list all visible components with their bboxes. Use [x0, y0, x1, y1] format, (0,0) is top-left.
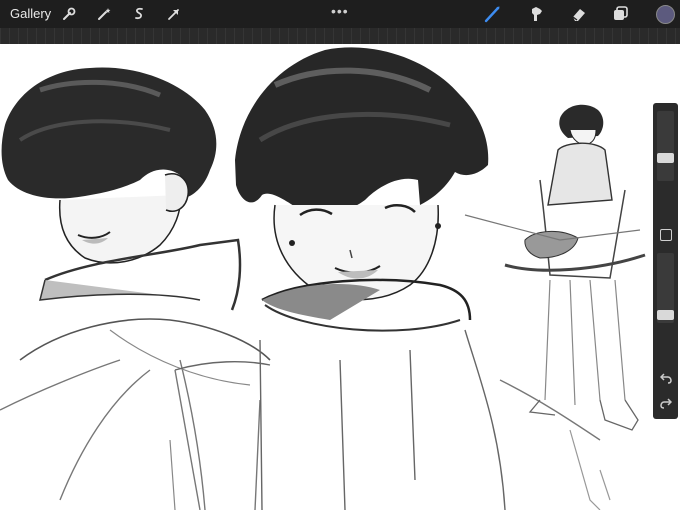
opacity-slider[interactable]	[657, 253, 674, 323]
undo-icon[interactable]	[659, 371, 673, 385]
color-swatch[interactable]	[655, 4, 675, 24]
opacity-thumb[interactable]	[657, 310, 674, 320]
transform-icon[interactable]	[165, 5, 183, 23]
artwork	[0, 47, 646, 511]
eraser-icon[interactable]	[570, 5, 588, 23]
modify-button-square-icon[interactable]	[660, 229, 672, 241]
smudge-icon[interactable]	[528, 5, 546, 23]
brush-size-slider[interactable]	[657, 111, 674, 181]
layers-icon[interactable]	[612, 5, 630, 23]
selection-icon[interactable]	[130, 5, 148, 23]
gallery-button[interactable]: Gallery	[10, 6, 51, 21]
drawing-canvas[interactable]	[0, 44, 680, 511]
top-toolbar: Gallery •••	[0, 0, 680, 28]
magic-wand-icon[interactable]	[95, 5, 113, 23]
side-toolbar	[653, 103, 678, 419]
tool-options-strip	[0, 28, 680, 44]
redo-icon[interactable]	[659, 396, 673, 410]
brush-icon[interactable]	[484, 5, 502, 23]
brush-size-thumb[interactable]	[657, 153, 674, 163]
wrench-icon[interactable]	[60, 5, 78, 23]
more-menu-icon[interactable]: •••	[331, 3, 349, 19]
